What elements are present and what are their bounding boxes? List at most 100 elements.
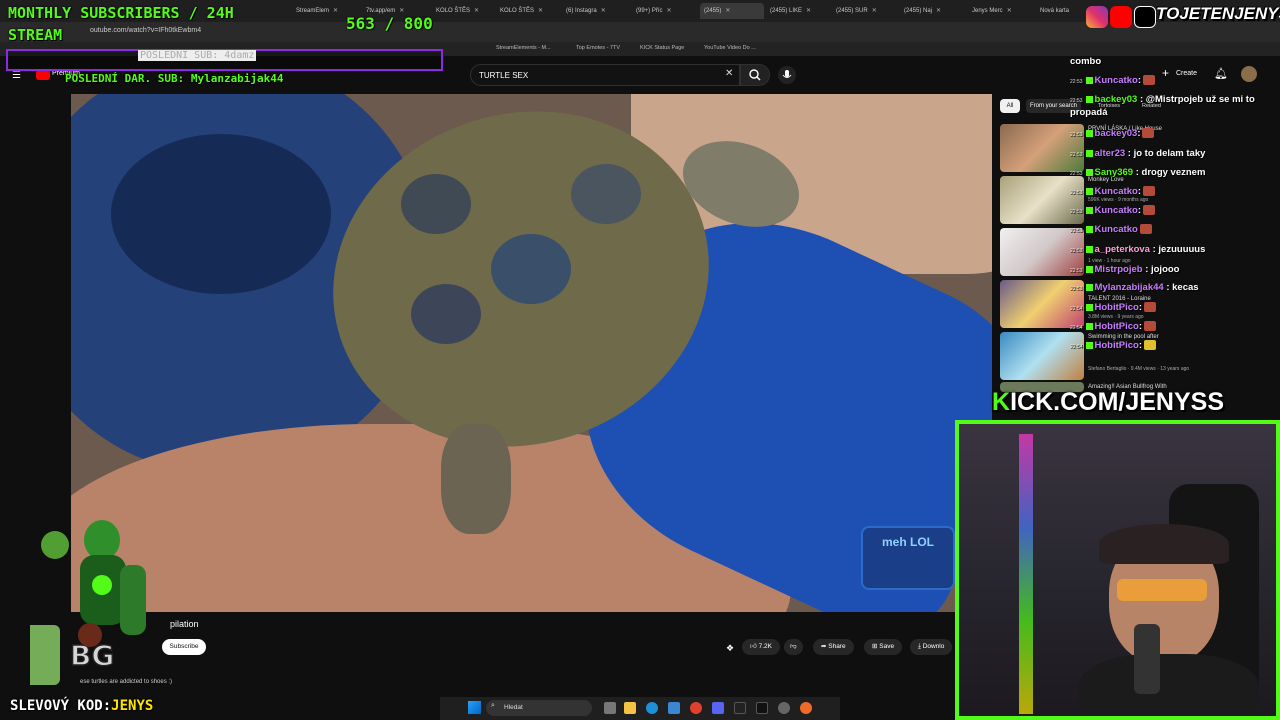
browser-tab[interactable]: (6) Instagra ✕ — [566, 3, 626, 19]
chat-username: HobitPico — [1094, 321, 1139, 332]
chat-time: 22:54 — [1070, 344, 1083, 350]
chip-all[interactable]: All — [1000, 99, 1020, 113]
settings-icon[interactable] — [778, 702, 790, 714]
chat-username: backey03 — [1094, 128, 1138, 139]
shell-scute — [491, 234, 571, 304]
dislike-button[interactable]: 👎︎ — [784, 639, 803, 655]
booster-mascot-icon: BG — [30, 520, 146, 685]
file-explorer-icon[interactable] — [624, 702, 636, 714]
browser-tab-active[interactable]: (2455) ✕ — [700, 3, 764, 19]
chat-text: : jo to delam taky — [1127, 148, 1206, 159]
shell-scute — [411, 284, 481, 344]
close-icon[interactable]: ✕ — [601, 8, 606, 14]
chat-message: 22:53 Kuncatko — [1070, 224, 1280, 237]
bookmark-item[interactable]: KICK Status Page — [640, 45, 684, 51]
close-icon[interactable]: ✕ — [872, 8, 877, 14]
chat-message: 22:54 HobitPico: — [1070, 302, 1280, 315]
chat-time: 22:53 — [1070, 98, 1083, 104]
discord-icon[interactable] — [712, 702, 724, 714]
bookmark-item[interactable]: StreamElements - M... — [496, 45, 551, 51]
emote-icon — [1142, 186, 1155, 197]
browser-tab[interactable]: Nová karta — [1040, 3, 1084, 19]
close-icon[interactable]: ✕ — [806, 8, 811, 14]
chat-username: Mistrpojeb — [1094, 264, 1143, 275]
subscribe-button[interactable]: Subscribe — [162, 639, 206, 655]
chat-text: : kecas — [1166, 282, 1199, 293]
browser-tab[interactable]: KOLO ŠTĚS ✕ — [436, 3, 490, 19]
kick-k: K — [992, 388, 1011, 416]
emote-icon — [1144, 302, 1157, 313]
chat-message: 22:53 Sany369 : drogy veznem — [1070, 167, 1280, 180]
kick-badge-icon — [1085, 341, 1093, 349]
browser-tab[interactable]: (2455) LIKE ✕ — [770, 3, 826, 19]
download-button[interactable]: ⤓ Downlo — [910, 639, 953, 655]
chat-message: combo — [1070, 56, 1280, 68]
close-icon[interactable]: ✕ — [1007, 8, 1012, 14]
save-button[interactable]: ⊞ Save — [864, 639, 903, 655]
promo-prefix: SLEVOVÝ KOD: — [10, 698, 112, 714]
browser-tab[interactable]: (2455) Naj ✕ — [904, 3, 962, 19]
thumbs-down-icon: 👎︎ — [790, 643, 797, 650]
store-icon[interactable] — [668, 702, 680, 714]
chat-message: 22:53 Kuncatko: — [1070, 186, 1280, 199]
monthly-subs-label: MONTHLY SUBSCRIBERS / 24H STREAM — [8, 4, 234, 44]
task-view-icon[interactable] — [604, 702, 616, 714]
close-icon[interactable]: ✕ — [333, 8, 338, 14]
tab-label: (2455) LIKE — [770, 8, 803, 14]
chat-username: a_peterkova — [1094, 244, 1150, 255]
close-icon[interactable]: ✕ — [538, 8, 543, 14]
chat-time: 22:53 — [1070, 190, 1083, 196]
last-sub-label: POSLEDNI SUB: 4damz — [138, 50, 257, 61]
search-button[interactable] — [740, 64, 770, 86]
taskbar-search[interactable]: Hledat — [486, 700, 592, 716]
obs-icon[interactable] — [756, 702, 768, 714]
browser-tab[interactable]: KOLO ŠTĚS ✕ — [500, 3, 554, 19]
tab-label: Jenys Merc — [972, 8, 1003, 14]
bookmark-item[interactable]: Top Emotes - 7TV — [576, 45, 620, 51]
youtube-icon — [1110, 6, 1132, 28]
browser-tab[interactable]: Jenys Merc ✕ — [972, 3, 1030, 19]
chat-text: : — [1137, 186, 1141, 197]
voice-search-icon[interactable] — [778, 66, 796, 84]
chat-username: Kuncatko — [1094, 75, 1138, 86]
chat-message: 22:54 HobitPico: — [1070, 321, 1280, 334]
chat-time: 22:53 — [1070, 171, 1083, 177]
browser-tab[interactable]: (2455) SUR ✕ — [836, 3, 892, 19]
chrome-icon[interactable] — [690, 702, 702, 714]
chat-time: 22:53 — [1070, 79, 1083, 85]
thumbs-up-icon: 👍︎ — [750, 643, 759, 650]
kick-badge-icon — [1085, 206, 1093, 214]
orange-glasses — [1117, 579, 1207, 601]
windows-start-icon[interactable] — [468, 701, 481, 714]
chat-username: Mylanzabijak44 — [1094, 282, 1164, 293]
browser-tab[interactable]: (99+) Příc ✕ — [636, 3, 692, 19]
sub-goal-counter: 563 / 800 — [346, 14, 433, 33]
close-icon[interactable]: ✕ — [725, 8, 730, 14]
like-count: 7.2K — [758, 643, 772, 650]
youtube-logo-icon[interactable] — [36, 70, 50, 80]
meh-lol-watermark: meh LOL — [861, 526, 955, 590]
menu-icon[interactable]: ☰ — [12, 70, 21, 81]
tab-label: StreamElem — [296, 8, 330, 14]
close-icon[interactable]: ✕ — [936, 8, 941, 14]
chat-username: HobitPico — [1094, 340, 1139, 351]
like-button[interactable]: 👍︎ 7.2K — [742, 639, 780, 655]
sponsor-icon[interactable]: ❖ — [726, 643, 734, 654]
chat-time: 22:53 — [1070, 209, 1083, 215]
chat-time: 22:53 — [1070, 286, 1083, 292]
close-icon[interactable]: ✕ — [667, 8, 672, 14]
chat-time: 22:54 — [1070, 306, 1083, 312]
bookmark-item[interactable]: YouTube Video Do ... — [704, 45, 756, 51]
app-icon[interactable] — [734, 702, 746, 714]
video-player[interactable]: meh LOL — [71, 94, 992, 612]
edge-icon[interactable] — [646, 702, 658, 714]
clear-search-icon[interactable]: ✕ — [725, 68, 733, 79]
browser-icon[interactable] — [800, 702, 812, 714]
share-button[interactable]: ➦ Share — [813, 639, 854, 655]
streamer-hair — [1099, 524, 1229, 564]
share-label: Share — [828, 643, 846, 650]
search-input[interactable]: TURTLE SEX — [470, 64, 740, 86]
browser-tab[interactable]: StreamElem ✕ — [296, 3, 350, 19]
promo-code-banner: SLEVOVÝ KOD:JENYS — [10, 698, 153, 714]
close-icon[interactable]: ✕ — [474, 8, 479, 14]
